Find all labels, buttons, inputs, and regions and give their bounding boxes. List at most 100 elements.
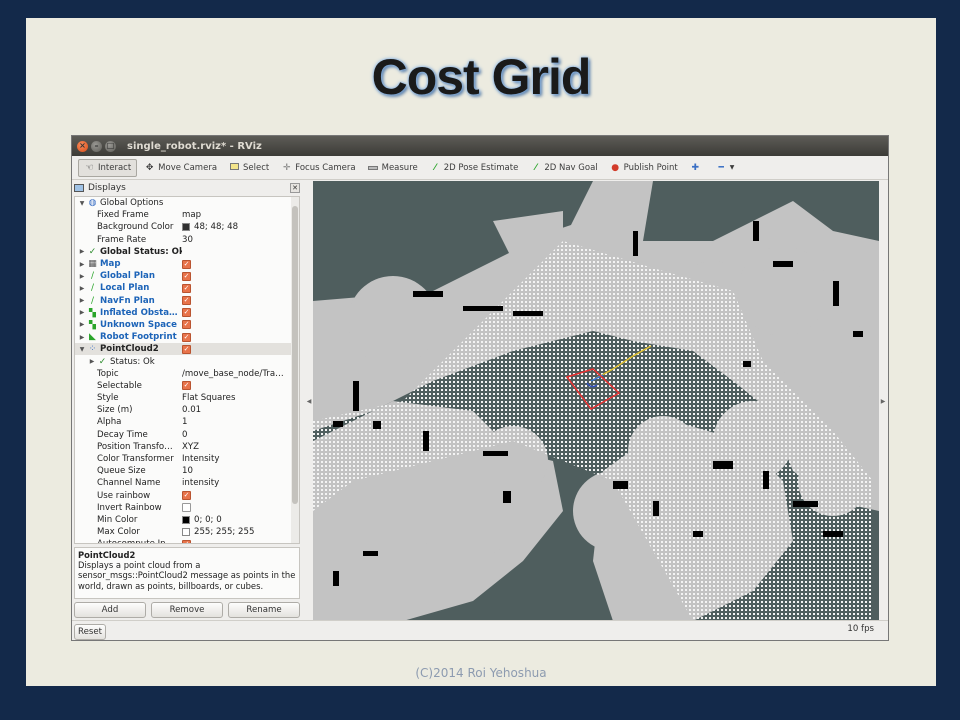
display-row[interactable]: Invert Rainbow xyxy=(75,502,299,514)
display-row-value[interactable]: 255; 255; 255 xyxy=(194,527,254,537)
window-maximize-icon[interactable]: □ xyxy=(105,140,116,152)
display-row[interactable]: Background Color 48; 48; 48 xyxy=(75,221,299,233)
window-title: single_robot.rviz* - RViz xyxy=(127,140,262,152)
window-minimize-icon[interactable]: – xyxy=(91,140,102,152)
display-checkbox[interactable]: ✓ xyxy=(182,271,191,281)
hand-icon: ☜ xyxy=(85,162,94,173)
display-checkbox[interactable]: ✓ xyxy=(182,308,191,318)
expanded-arrow-icon[interactable]: ▼ xyxy=(77,346,87,353)
tool-2d-pose-estimate[interactable]: ⁄ 2D Pose Estimate xyxy=(425,159,524,177)
color-swatch[interactable] xyxy=(182,528,190,537)
display-row[interactable]: Alpha 1 xyxy=(75,416,299,428)
tool-move-camera[interactable]: ✥ Move Camera xyxy=(139,159,222,177)
display-row-name: Channel Name xyxy=(97,478,161,489)
display-row-value[interactable]: XYZ xyxy=(182,442,199,452)
display-row[interactable]: Selectable ✓ xyxy=(75,380,299,392)
3d-viewport[interactable] xyxy=(313,181,879,621)
display-checkbox[interactable]: ✓ xyxy=(182,283,191,293)
display-row[interactable]: ▶ ∕ NavFn Plan ✓ xyxy=(75,295,299,307)
display-row[interactable]: Min Color 0; 0; 0 xyxy=(75,514,299,526)
display-row[interactable]: Fixed Frame map xyxy=(75,209,299,221)
display-row[interactable]: Autocompute In… ✓ xyxy=(75,538,299,543)
collapsed-arrow-icon[interactable]: ▶ xyxy=(77,321,87,328)
display-row-value[interactable]: 0; 0; 0 xyxy=(194,515,222,525)
display-row[interactable]: Queue Size 10 xyxy=(75,465,299,477)
add-display-button[interactable]: Add xyxy=(74,602,146,618)
display-row-value[interactable]: 30 xyxy=(182,235,193,245)
display-row[interactable]: ▶ ▚ Inflated Obsta… ✓ xyxy=(75,307,299,319)
display-row-value[interactable]: map xyxy=(182,210,201,220)
displays-panel-header: Displays ✕ xyxy=(72,181,306,195)
rename-display-button[interactable]: Rename xyxy=(228,602,300,618)
expanded-arrow-icon[interactable]: ▼ xyxy=(77,200,87,207)
collapsed-arrow-icon[interactable]: ▶ xyxy=(77,334,87,341)
display-row[interactable]: Use rainbow ✓ xyxy=(75,490,299,502)
collapsed-arrow-icon[interactable]: ▶ xyxy=(77,309,87,316)
display-row[interactable]: Frame Rate 30 xyxy=(75,234,299,246)
display-row[interactable]: Color Transformer Intensity xyxy=(75,453,299,465)
display-row[interactable]: Size (m) 0.01 xyxy=(75,404,299,416)
display-row[interactable]: ▶ ✓ Global Status: Ok xyxy=(75,246,299,258)
display-row-value[interactable]: Intensity xyxy=(182,454,219,464)
color-swatch[interactable] xyxy=(182,223,190,232)
display-row-name: PointCloud2 xyxy=(100,344,159,355)
collapsed-arrow-icon[interactable]: ▶ xyxy=(87,358,97,365)
display-row-value[interactable]: 0.01 xyxy=(182,405,201,415)
display-checkbox[interactable] xyxy=(182,503,191,513)
display-row[interactable]: ▶ ◣ Robot Footprint ✓ xyxy=(75,331,299,343)
display-row[interactable]: Decay Time 0 xyxy=(75,429,299,441)
tree-scrollbar[interactable] xyxy=(291,197,299,543)
display-row-value[interactable]: Flat Squares xyxy=(182,393,235,403)
display-checkbox[interactable]: ✓ xyxy=(182,296,191,306)
display-row[interactable]: ▶ ∕ Local Plan ✓ xyxy=(75,282,299,294)
display-row-value[interactable]: 1 xyxy=(182,417,187,427)
collapsed-arrow-icon[interactable]: ▶ xyxy=(77,285,87,292)
collapsed-arrow-icon[interactable]: ▶ xyxy=(77,297,87,304)
display-checkbox[interactable]: ✓ xyxy=(182,491,191,501)
tool-focus-camera[interactable]: ✛ Focus Camera xyxy=(276,159,360,177)
tool-select[interactable]: Select xyxy=(224,159,274,177)
collapsed-arrow-icon[interactable]: ▶ xyxy=(77,261,87,268)
display-row-name: NavFn Plan xyxy=(100,295,155,306)
add-tool-button[interactable]: ✚ xyxy=(685,159,709,177)
tool-interact[interactable]: ☜ Interact xyxy=(78,158,138,177)
tool-label: 2D Pose Estimate xyxy=(443,162,519,173)
window-close-icon[interactable]: × xyxy=(77,140,88,152)
display-row-value[interactable]: 0 xyxy=(182,430,187,440)
display-row[interactable]: ▶ ∕ Global Plan ✓ xyxy=(75,270,299,282)
collapse-right-panel-icon[interactable]: ▶ xyxy=(879,181,887,621)
display-row-value[interactable]: 48; 48; 48 xyxy=(194,222,238,232)
obstacle-cell xyxy=(483,451,508,456)
display-row[interactable]: ▼ ◍ Global Options xyxy=(75,197,299,209)
costmap-render xyxy=(313,181,879,621)
tool-publish-point[interactable]: ● Publish Point xyxy=(605,159,683,177)
display-row[interactable]: Max Color 255; 255; 255 xyxy=(75,526,299,538)
tool-measure[interactable]: Measure xyxy=(363,159,423,177)
remove-tool-button[interactable]: ━ ▼ xyxy=(711,159,740,177)
collapsed-arrow-icon[interactable]: ▶ xyxy=(77,248,87,255)
panel-close-icon[interactable]: ✕ xyxy=(290,183,300,193)
collapse-left-panel-icon[interactable]: ◀ xyxy=(305,181,313,621)
rviz-window: × – □ single_robot.rviz* - RViz ☜ Intera… xyxy=(71,135,889,641)
display-row[interactable]: ▶ ✓ Status: Ok xyxy=(75,355,299,367)
display-row[interactable]: Style Flat Squares xyxy=(75,392,299,404)
display-row-value[interactable]: 10 xyxy=(182,466,193,476)
tool-2d-nav-goal[interactable]: ⁄ 2D Nav Goal xyxy=(525,159,602,177)
display-row[interactable]: Position Transfo… XYZ xyxy=(75,441,299,453)
display-checkbox[interactable]: ✓ xyxy=(182,539,191,543)
display-checkbox[interactable]: ✓ xyxy=(182,320,191,330)
color-swatch[interactable] xyxy=(182,515,190,524)
display-row-value[interactable]: intensity xyxy=(182,478,219,488)
display-checkbox[interactable]: ✓ xyxy=(182,381,191,391)
display-row[interactable]: ▶ ▚ Unknown Space ✓ xyxy=(75,319,299,331)
display-row-value[interactable]: /move_base_node/Tra… xyxy=(182,369,284,379)
display-row[interactable]: Channel Name intensity xyxy=(75,477,299,489)
display-row[interactable]: Topic/move_base_node/Tra… xyxy=(75,368,299,380)
display-checkbox[interactable]: ✓ xyxy=(182,259,191,269)
display-row[interactable]: ▶ ▦ Map ✓ xyxy=(75,258,299,270)
display-checkbox[interactable]: ✓ xyxy=(182,344,191,354)
display-row[interactable]: ▼ ⁘ PointCloud2 ✓ xyxy=(75,343,299,356)
display-checkbox[interactable]: ✓ xyxy=(182,332,191,342)
remove-display-button[interactable]: Remove xyxy=(151,602,223,618)
collapsed-arrow-icon[interactable]: ▶ xyxy=(77,273,87,280)
